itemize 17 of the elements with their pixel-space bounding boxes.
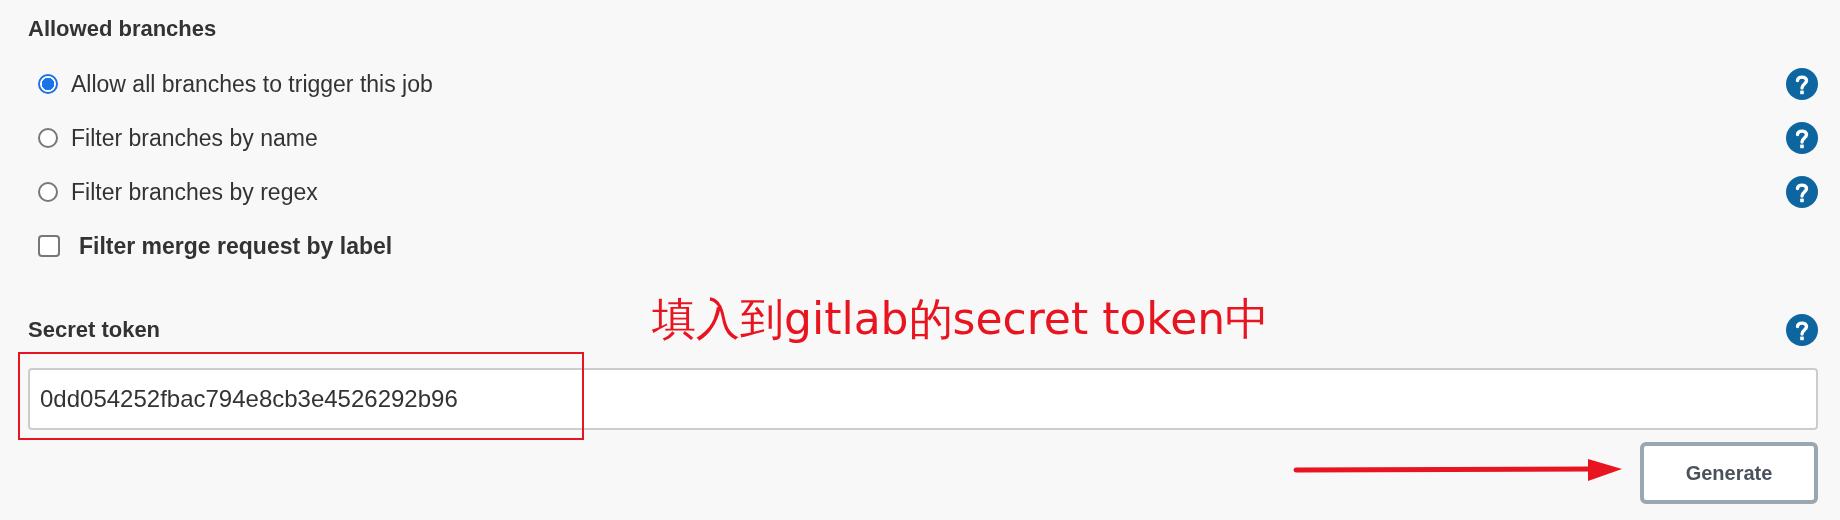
section-title: Allowed branches bbox=[28, 16, 218, 42]
checkbox[interactable] bbox=[38, 235, 60, 257]
radio-button[interactable] bbox=[38, 128, 58, 148]
generate-button[interactable]: Generate bbox=[1640, 442, 1818, 504]
annotation-text: 填入到gitlab的secret token中 bbox=[652, 292, 1270, 346]
radio-button[interactable] bbox=[38, 74, 58, 94]
radio-button[interactable] bbox=[38, 182, 58, 202]
field-label: Secret token bbox=[28, 317, 161, 343]
help-icon[interactable] bbox=[1786, 314, 1818, 346]
help-icon[interactable] bbox=[1786, 122, 1818, 154]
option-label: Allow all branches to trigger this job bbox=[71, 70, 433, 98]
help-icon[interactable] bbox=[1786, 68, 1818, 100]
option-label: Filter merge request by label bbox=[79, 232, 393, 260]
token-field[interactable]: 0dd054252fbac794e8cb3e4526292b96 bbox=[28, 368, 1818, 430]
option-label: Filter branches by name bbox=[71, 124, 318, 152]
help-icon[interactable] bbox=[1786, 176, 1818, 208]
option-label: Filter branches by regex bbox=[71, 178, 318, 206]
